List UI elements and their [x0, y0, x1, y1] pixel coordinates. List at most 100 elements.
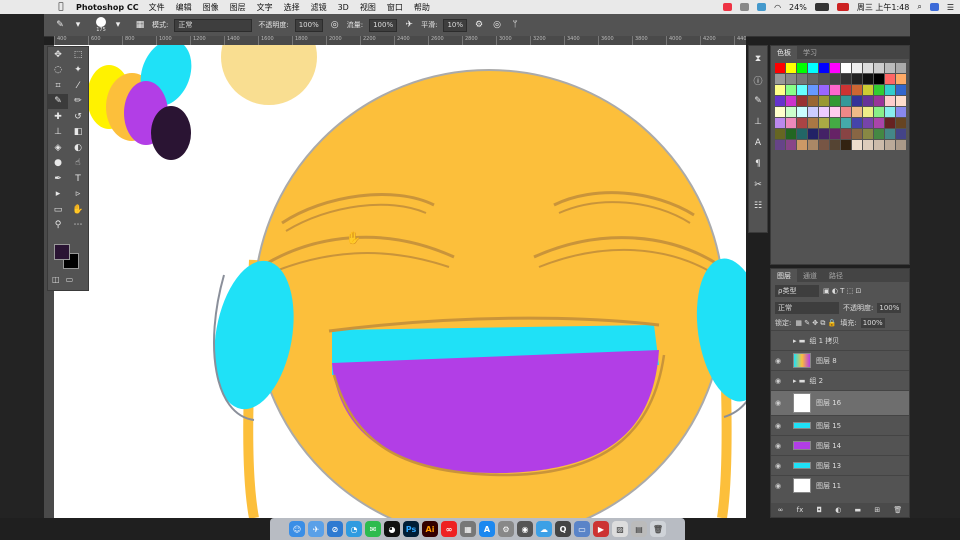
flow-field[interactable]: 100% — [369, 18, 398, 32]
dodge-tool-icon[interactable]: ● — [48, 156, 68, 172]
color-swatch[interactable] — [863, 140, 873, 150]
pencil-tool-icon[interactable]: ✏ — [68, 94, 88, 110]
color-swatch[interactable] — [885, 85, 895, 95]
tab-paths[interactable]: 路径 — [823, 269, 849, 282]
color-swatch[interactable] — [863, 63, 873, 73]
color-swatch[interactable] — [808, 129, 818, 139]
chevron-down-icon[interactable]: ▾ — [112, 19, 124, 31]
layer-opacity-field[interactable]: 100% — [877, 303, 902, 313]
record-icon[interactable] — [723, 3, 733, 11]
color-swatch[interactable] — [885, 74, 895, 84]
layer-row[interactable]: ◉ 图层 8 — [771, 350, 909, 370]
rectangle-tool-icon[interactable]: ▭ — [48, 202, 68, 218]
color-swatch[interactable] — [786, 63, 796, 73]
path-select-icon[interactable]: ▸ — [48, 187, 68, 203]
wechat-icon[interactable]: ✉ — [365, 521, 381, 537]
blur-tool-icon[interactable]: ◐ — [68, 140, 88, 156]
color-swatch[interactable] — [819, 85, 829, 95]
menu-select[interactable]: 选择 — [284, 2, 300, 13]
color-swatch[interactable] — [786, 74, 796, 84]
eye-icon[interactable]: ◉ — [771, 399, 785, 407]
layer-row-selected[interactable]: ◉ 图层 16 — [771, 390, 909, 415]
info-icon[interactable]: ⓘ — [753, 71, 762, 89]
color-swatch[interactable] — [885, 140, 895, 150]
bucket-tool-icon[interactable]: ◈ — [48, 140, 68, 156]
color-swatch[interactable] — [775, 63, 785, 73]
color-swatch[interactable] — [786, 85, 796, 95]
chevron-down-icon[interactable]: ▾ — [72, 19, 84, 31]
magic-wand-icon[interactable]: ✦ — [68, 63, 88, 79]
color-swatch[interactable] — [841, 140, 851, 150]
eraser-tool-icon[interactable]: ◧ — [68, 125, 88, 141]
screen-icon[interactable]: ▭ — [574, 521, 590, 537]
color-swatch[interactable] — [863, 118, 873, 128]
color-swatch[interactable] — [808, 96, 818, 106]
color-swatch[interactable] — [775, 129, 785, 139]
menu-file[interactable]: 文件 — [149, 2, 165, 13]
color-swatch[interactable] — [874, 96, 884, 106]
color-swatch[interactable] — [808, 85, 818, 95]
lock-icons[interactable]: ▦ ✎ ✥ ⧉ 🔒 — [795, 319, 836, 328]
color-swatch[interactable] — [830, 63, 840, 73]
menu-type[interactable]: 文字 — [257, 2, 273, 13]
color-swatch[interactable] — [852, 129, 862, 139]
color-swatch[interactable] — [885, 118, 895, 128]
color-swatch[interactable] — [896, 140, 906, 150]
color-swatch[interactable] — [841, 96, 851, 106]
tool-presets-icon[interactable]: ✂ — [754, 176, 762, 194]
color-swatch[interactable] — [852, 140, 862, 150]
color-swatch[interactable] — [819, 118, 829, 128]
color-swatch[interactable] — [852, 107, 862, 117]
color-swatch[interactable] — [852, 85, 862, 95]
marquee-tool-icon[interactable]: ⬚ — [68, 47, 88, 63]
color-swatch[interactable] — [852, 118, 862, 128]
creative-cloud-icon[interactable]: ∞ — [441, 521, 457, 537]
color-swatch[interactable] — [874, 63, 884, 73]
fill-field[interactable]: 100% — [860, 318, 885, 328]
tab-learn[interactable]: 学习 — [797, 46, 823, 59]
color-swatch[interactable] — [830, 85, 840, 95]
color-swatch[interactable] — [786, 129, 796, 139]
safari-icon[interactable]: ⊘ — [327, 521, 343, 537]
color-swatch[interactable] — [863, 107, 873, 117]
direct-select-icon[interactable]: ▹ — [68, 187, 88, 203]
color-swatch[interactable] — [841, 118, 851, 128]
color-swatch[interactable] — [819, 129, 829, 139]
color-swatch[interactable] — [885, 107, 895, 117]
symmetry-icon[interactable]: ᛘ — [509, 19, 521, 31]
history-icon[interactable]: ⧗ — [755, 50, 761, 68]
brush-tool-icon[interactable]: ✎ — [48, 93, 68, 109]
fx-icon[interactable]: fx — [797, 506, 804, 514]
color-swatch[interactable] — [786, 118, 796, 128]
input-flag-icon[interactable] — [836, 3, 849, 11]
layer-row[interactable]: ◉ 图层 14 — [771, 435, 909, 455]
hand-tool-icon[interactable]: ✋ — [68, 202, 88, 218]
eyedropper-icon[interactable]: ⁄ — [68, 78, 88, 94]
color-swatch[interactable] — [819, 140, 829, 150]
color-swatch[interactable] — [874, 140, 884, 150]
blend-mode-select[interactable]: 正常 — [775, 302, 839, 314]
more-tools-icon[interactable]: ⋯ — [68, 218, 88, 234]
crop-tool-icon[interactable]: ⌗ — [48, 78, 68, 94]
color-swatch[interactable] — [896, 129, 906, 139]
foreground-color[interactable] — [54, 244, 70, 260]
eye-icon[interactable]: ◉ — [771, 442, 785, 450]
menu-image[interactable]: 图像 — [203, 2, 219, 13]
color-swatch[interactable] — [841, 74, 851, 84]
color-swatch[interactable] — [874, 74, 884, 84]
zoom-tool-icon[interactable]: ⚲ — [48, 218, 68, 234]
color-swatch[interactable] — [896, 63, 906, 73]
illustrator-icon[interactable]: Ai — [422, 521, 438, 537]
trash-icon[interactable]: 🗑 — [893, 506, 902, 514]
eye-icon[interactable]: ◉ — [771, 422, 785, 430]
color-swatch[interactable] — [786, 107, 796, 117]
lasso-tool-icon[interactable]: ◌ — [48, 63, 68, 79]
menu-view[interactable]: 视图 — [360, 2, 376, 13]
properties-icon[interactable]: ☷ — [754, 197, 762, 215]
color-swatch[interactable] — [863, 96, 873, 106]
color-swatch[interactable] — [896, 96, 906, 106]
trash-icon[interactable]: 🗑 — [650, 521, 666, 537]
color-swatch[interactable] — [874, 129, 884, 139]
color-swatch[interactable] — [808, 74, 818, 84]
pressure-opacity-icon[interactable]: ◎ — [329, 19, 341, 31]
